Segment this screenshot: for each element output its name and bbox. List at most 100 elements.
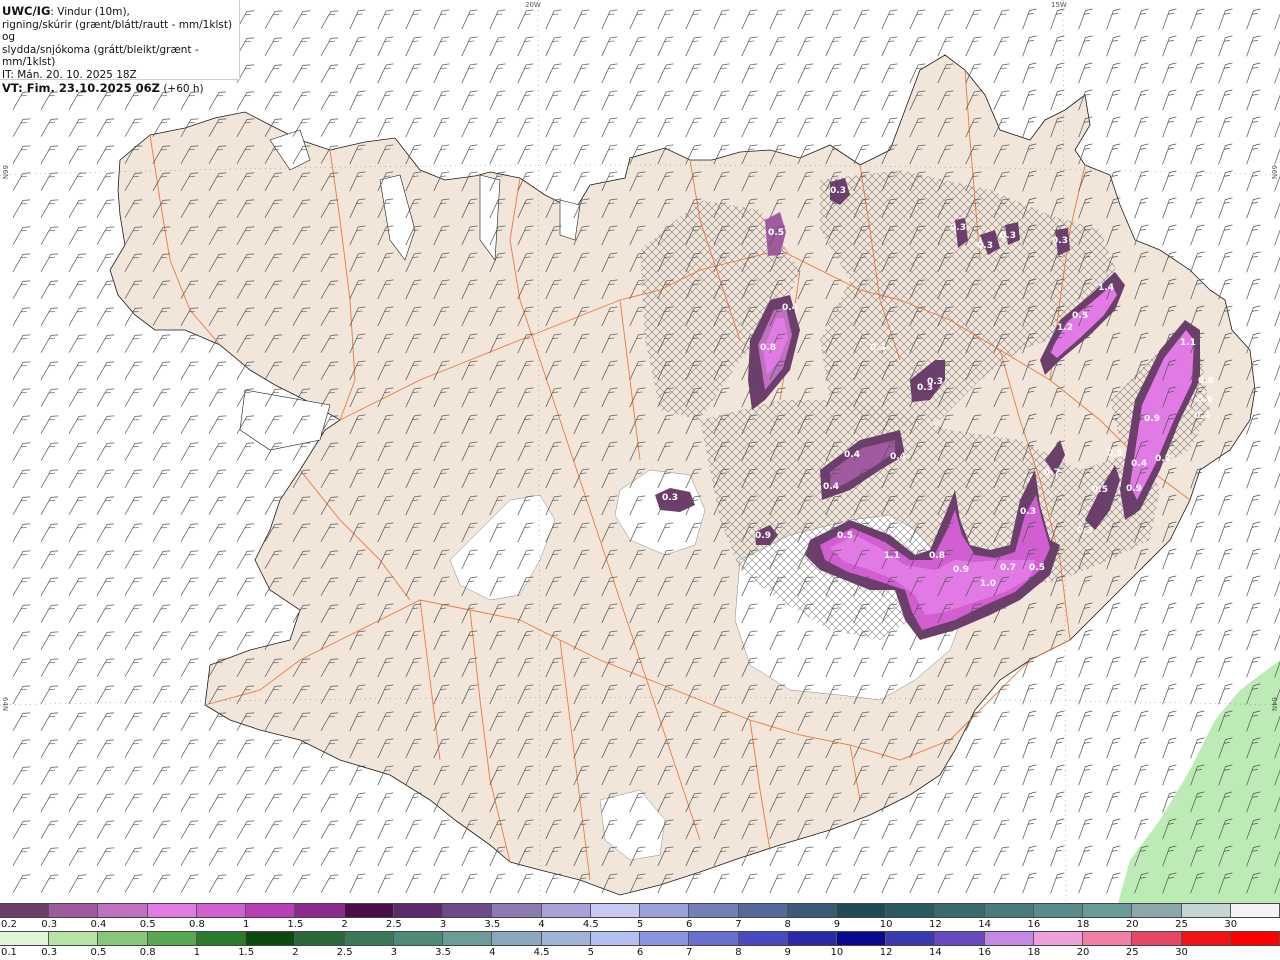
colorbar-swatch	[787, 904, 837, 917]
colorbar-label: 20	[1076, 947, 1090, 958]
colorbar-label: 0.8	[139, 947, 156, 958]
precip-value-label: 0.3	[662, 493, 678, 503]
colorbar-swatch	[246, 932, 296, 945]
colorbar-swatch	[1132, 904, 1182, 917]
colorbar-swatch	[1230, 932, 1280, 945]
colorbar-swatch	[0, 904, 50, 917]
colorbar-swatch	[590, 904, 641, 917]
colorbar-label: 3.5	[435, 947, 452, 958]
colorbar-swatch	[492, 904, 542, 917]
lon-label-20w: 20W	[525, 1, 541, 9]
colorbar-label: 0.5	[139, 919, 156, 930]
colorbar-label: 4.5	[533, 947, 550, 958]
colorbar-label: 2.5	[385, 919, 402, 930]
colorbar-label: 18	[1027, 947, 1041, 958]
colorbar-label: 0.2	[1, 919, 17, 930]
colorbar-label: 4	[538, 919, 545, 930]
colorbar-label: 1.5	[287, 919, 304, 930]
colorbar-swatch	[738, 904, 788, 917]
colorbar-label: 14	[929, 947, 942, 958]
colorbar-swatch	[246, 904, 296, 917]
colorbar-swatch	[0, 932, 50, 945]
precip-value-label: 0.9	[755, 531, 771, 541]
colorbar-label: 5	[636, 919, 644, 930]
colorbar-swatch	[1033, 904, 1084, 917]
precip-value-label: 0.5	[1092, 485, 1108, 495]
colorbar-label: 12	[929, 919, 942, 930]
precip-value-label: 0.3	[927, 377, 943, 387]
colorbar-label: 14	[978, 919, 991, 930]
colorbar-swatch	[935, 932, 985, 945]
colorbar-label: 3	[439, 919, 447, 930]
colorbar-label: 7	[735, 919, 742, 930]
colorbar-swatch	[541, 932, 591, 945]
colorbar-label: 2.5	[336, 947, 353, 958]
colorbar-label: 0.5	[90, 947, 107, 958]
map-title-box: UWC/IG: Vindur (10m), rigning/skúrir (gr…	[0, 0, 240, 95]
lat-label-66n-right: 66N	[1270, 165, 1278, 180]
title-line2: rigning/skúrir (grænt/blátt/rautt - mm/1…	[2, 18, 233, 44]
precip-value-label: 1.2	[1057, 323, 1073, 333]
precip-value-label: 1.1	[884, 551, 900, 561]
colorbar-swatch	[640, 932, 690, 945]
colorbar-label: 9	[784, 947, 791, 958]
colorbar-swatch	[147, 932, 197, 945]
precip-value-label: 0.3	[870, 343, 886, 353]
colorbar-swatch	[1083, 904, 1133, 917]
colorbar-swatch	[1033, 932, 1084, 945]
colorbar-swatch	[393, 904, 444, 917]
colorbar-label: 0.4	[90, 919, 107, 930]
colorbar-swatch	[344, 904, 394, 917]
colorbar-swatch	[886, 904, 936, 917]
precip-value-label: 0.3	[1000, 231, 1016, 241]
precip-value-label: 0.4	[1131, 459, 1147, 469]
precip-value-label: 0.4	[890, 452, 906, 462]
colorbar-label: 0.3	[41, 919, 58, 930]
colorbar-label: 10	[879, 919, 893, 930]
colorbar-label: 10	[830, 947, 844, 958]
precip-value-label: 0.5	[768, 228, 784, 238]
colorbar-swatch	[147, 904, 197, 917]
colorbar-label: 0.3	[41, 947, 58, 958]
colorbar-swatch	[98, 904, 148, 917]
lat-label-66n-left: 66N	[1, 165, 9, 180]
colorbar-swatch	[836, 904, 887, 917]
colorbar-swatch	[1083, 932, 1133, 945]
colorbar-swatch	[984, 932, 1034, 945]
colorbar-swatch	[443, 932, 493, 945]
colorbar-swatch	[984, 904, 1034, 917]
colorbar-swatch	[640, 904, 690, 917]
colorbar-swatch	[738, 932, 788, 945]
precip-value-label: 0.3	[977, 241, 993, 251]
colorbar-swatch	[935, 904, 985, 917]
colorbar-swatch	[689, 932, 739, 945]
valid-time: VT: Fim. 23.10.2025 06Z	[2, 80, 160, 95]
precip-value-label: 0.7	[1000, 563, 1016, 573]
lon-label-15w: 15W	[1051, 1, 1067, 9]
precip-value-label: 0.6	[1197, 395, 1213, 405]
colorbar-label: 6	[636, 947, 644, 958]
weather-map: 0.5 0.3 0.3 0.3 0.3 0.3 0.4 0.8 1.4 0.3 1.2 1.1 0.3 0…	[0, 0, 1280, 903]
colorbar-label: 1.5	[238, 947, 255, 958]
precip-value-label: 0.3	[830, 186, 846, 196]
colorbar-label: 6	[686, 919, 693, 930]
lat-label-64n-left: 64N	[1, 697, 9, 712]
colorbar-swatch	[492, 932, 542, 945]
lat-label-64n-right: 64N	[1270, 697, 1278, 712]
lead-time: (+60 h)	[163, 82, 204, 95]
precip-value-label: 1.4	[1098, 283, 1114, 293]
rain-colorbar-labels: 0.1 0.3 0.5 0.8 1 1.5 2 2.5 3 3.5 4 4.5 5 6 7 8 9 10 12 14 1…	[0, 947, 1280, 959]
colorbar-label: 20	[1125, 919, 1139, 930]
precip-value-label: 0.3	[1052, 236, 1068, 246]
precip-value-label: 0.8	[760, 343, 776, 353]
colorbar-label: 1	[193, 947, 201, 958]
precip-value-label: 0.8	[929, 551, 945, 561]
rain-colorbar	[0, 931, 1280, 946]
precip-value-label: 0.9	[1126, 484, 1142, 494]
precip-value-label: 0.5	[837, 531, 853, 541]
precip-value-label: 0.3	[1020, 507, 1036, 517]
colorbar-label: 8	[735, 947, 742, 958]
colorbar-swatch	[1230, 904, 1280, 917]
colorbar-label: 30	[1175, 947, 1188, 958]
colorbar-swatch	[1132, 932, 1182, 945]
